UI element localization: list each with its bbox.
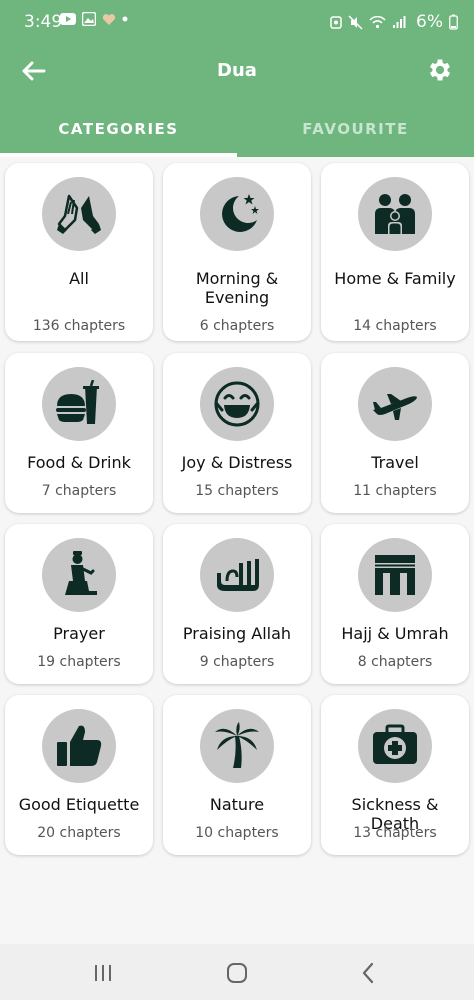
- category-card-food-drink[interactable]: Food & Drink 7 chapters: [5, 353, 153, 513]
- notification-icons: [60, 12, 128, 26]
- thumbs-up-icon: [57, 725, 102, 766]
- praying-person-icon: [65, 551, 97, 595]
- icon-circle: [200, 177, 274, 251]
- category-count: 10 chapters: [195, 825, 279, 841]
- icon-circle: [42, 709, 116, 783]
- mute-icon: [348, 14, 363, 30]
- icon-circle: [42, 177, 116, 251]
- burger-drink-icon: [56, 380, 99, 424]
- signal-icon: [393, 16, 406, 28]
- category-card-nature[interactable]: Nature 10 chapters: [163, 695, 311, 855]
- app-header: 3:49 6% Dua CATEGORIES FAVOURITE: [0, 0, 474, 157]
- status-time: 3:49: [24, 12, 63, 32]
- icon-circle: [42, 367, 116, 441]
- back-nav-icon[interactable]: [354, 958, 384, 988]
- icon-circle: [200, 709, 274, 783]
- icon-circle: [42, 538, 116, 612]
- wifi-icon: [369, 15, 386, 29]
- icon-circle: [358, 177, 432, 251]
- page-title: Dua: [217, 60, 257, 81]
- category-card-praising-allah[interactable]: Praising Allah 9 chapters: [163, 524, 311, 684]
- category-card-morning-evening[interactable]: Morning & Evening 6 chapters: [163, 163, 311, 341]
- dot-icon: [122, 16, 128, 22]
- category-count: 14 chapters: [353, 318, 437, 334]
- gear-icon[interactable]: [426, 56, 454, 84]
- category-name: Praising Allah: [182, 624, 292, 643]
- category-count: 20 chapters: [37, 825, 121, 841]
- category-name: Morning & Evening: [195, 269, 279, 307]
- recent-apps-icon[interactable]: [88, 958, 118, 988]
- home-icon[interactable]: [222, 958, 252, 988]
- category-count: 15 chapters: [195, 483, 279, 499]
- category-card-joy-distress[interactable]: Joy & Distress 15 chapters: [163, 353, 311, 513]
- heart-icon: [102, 13, 116, 25]
- category-card-travel[interactable]: Travel 11 chapters: [321, 353, 469, 513]
- app-bar: Dua: [0, 44, 474, 100]
- category-count: 6 chapters: [199, 318, 275, 334]
- category-count: 8 chapters: [357, 654, 433, 670]
- system-icons: 6%: [330, 12, 458, 32]
- icon-circle: [358, 709, 432, 783]
- moon-stars-icon: [222, 194, 259, 232]
- icon-circle: [200, 538, 274, 612]
- category-name: Hajj & Umrah: [341, 624, 449, 643]
- family-icon: [375, 194, 415, 234]
- status-bar: 3:49 6%: [0, 0, 474, 44]
- battery-percent: 6%: [416, 12, 443, 32]
- category-card-home-family[interactable]: Home & Family 14 chapters: [321, 163, 469, 341]
- youtube-icon: [60, 13, 76, 25]
- laughing-face-icon: [214, 381, 260, 427]
- alarm-icon: [330, 16, 342, 29]
- category-count: 13 chapters: [353, 825, 437, 841]
- category-name: Joy & Distress: [181, 453, 293, 472]
- category-count: 19 chapters: [37, 654, 121, 670]
- icon-circle: [358, 538, 432, 612]
- category-card-hajj-umrah[interactable]: Hajj & Umrah 8 chapters: [321, 524, 469, 684]
- category-card-sickness-death[interactable]: Sickness & Death 13 chapters: [321, 695, 469, 855]
- category-count: 11 chapters: [353, 483, 437, 499]
- praying-hands-icon: [57, 194, 101, 234]
- category-name: Prayer: [53, 624, 105, 643]
- airplane-icon: [373, 394, 417, 420]
- category-name: Good Etiquette: [18, 795, 140, 814]
- category-card-prayer[interactable]: Prayer 19 chapters: [5, 524, 153, 684]
- category-count: 7 chapters: [41, 483, 117, 499]
- category-count: 136 chapters: [32, 318, 126, 334]
- category-card-good-etiquette[interactable]: Good Etiquette 20 chapters: [5, 695, 153, 855]
- category-card-all[interactable]: All 136 chapters: [5, 163, 153, 341]
- category-count: 9 chapters: [199, 654, 275, 670]
- tab-favourite[interactable]: FAVOURITE: [237, 104, 474, 157]
- icon-circle: [358, 367, 432, 441]
- system-nav-bar: [0, 944, 474, 1000]
- tab-indicator: [0, 153, 237, 157]
- category-name: Food & Drink: [27, 453, 131, 472]
- tab-categories[interactable]: CATEGORIES: [0, 104, 237, 157]
- allah-calligraphy-icon: [217, 559, 259, 591]
- category-name: All: [69, 269, 89, 288]
- category-name: Home & Family: [334, 269, 456, 288]
- kaaba-icon: [375, 555, 415, 595]
- icon-circle: [200, 367, 274, 441]
- category-name: Nature: [209, 795, 265, 814]
- first-aid-kit-icon: [373, 724, 417, 764]
- category-name: Travel: [371, 453, 419, 472]
- battery-icon: [449, 14, 458, 30]
- palm-tree-icon: [215, 722, 259, 768]
- gallery-icon: [82, 12, 96, 26]
- tab-bar: CATEGORIES FAVOURITE: [0, 104, 474, 157]
